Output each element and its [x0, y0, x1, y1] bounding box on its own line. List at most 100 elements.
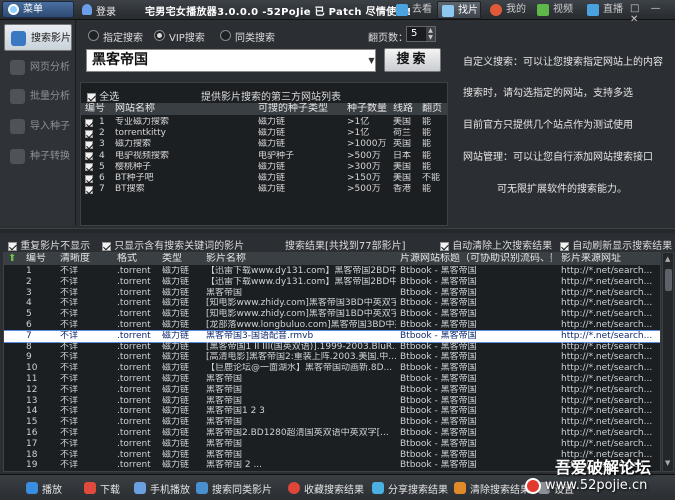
site-list-row[interactable]: 6 BT种子吧 磁力链 >150万 美国 不能: [81, 173, 448, 184]
table-row[interactable]: 10 不详 .torrent 磁力链 【巨鹿论坛@一面湖水】黑客帝国动画新.8D... B…: [4, 363, 660, 374]
sidebar-item-web-analysis[interactable]: 网页分析: [4, 54, 72, 81]
search-similar-button[interactable]: 搜索同类影片: [196, 481, 272, 496]
table-row[interactable]: 14 不详 .torrent 磁力链 黑客帝国1 2 3 Btbook - 黑客帝国 htt…: [4, 406, 660, 417]
tab-video[interactable]: 视频: [533, 1, 575, 19]
tab-watch[interactable]: 去看: [392, 1, 434, 19]
table-cell: 不详: [60, 438, 79, 449]
table-cell: 磁力链: [162, 395, 190, 406]
video-icon: [537, 4, 549, 16]
site-cell: 荷兰: [393, 128, 412, 139]
stepper-arrows[interactable]: ▲ ▼: [426, 27, 435, 41]
table-cell: Btbook - 黑客帝国: [400, 406, 477, 417]
table-row[interactable]: 9 不详 .torrent 磁力链 [高清电影]黑客帝国2:重装上阵.2003.美国.中…: [4, 352, 660, 363]
scroll-up-icon[interactable]: ▲: [665, 255, 670, 263]
mode-specified-radio[interactable]: 指定搜索: [88, 29, 143, 44]
login-link[interactable]: 登录: [96, 3, 116, 18]
site-list-row[interactable]: 7 BT搜索 磁力链 >500万 香港能: [81, 184, 448, 195]
table-row[interactable]: 12 不详 .torrent 磁力链 黑客帝国 Btbook - 黑客帝国 http://*…: [4, 384, 660, 396]
table-cell: [黑客帝国1 II III(国英双语)].1999-2003.BluR...: [206, 341, 396, 352]
chevron-down-icon[interactable]: ▼: [367, 51, 376, 70]
no-duplicates-checkbox[interactable]: 重复影片不显示: [8, 237, 90, 252]
search-button[interactable]: 搜索: [384, 48, 441, 72]
table-cell: .torrent: [117, 352, 151, 363]
site-cell: torrentkitty: [115, 128, 166, 139]
user-icon: [82, 4, 92, 15]
options-bar: 重复影片不显示 只显示含有搜索关键词的影片 搜索结果[共找到77部影片] 自动清…: [0, 234, 675, 252]
site-cell: 香港: [393, 184, 412, 195]
table-cell: .torrent: [117, 460, 151, 471]
table-row[interactable]: 11 不详 .torrent 磁力链 黑客帝国 Btbook - 黑客帝国 http://*…: [4, 374, 660, 385]
site-list-header: 编号 网站名称 可搜的种子类型 种子数量 线路 翻页: [81, 103, 448, 115]
table-cell: 14: [26, 406, 38, 417]
site-list-row[interactable]: 5 樱桃种子 磁力链 >300万 美国能: [81, 162, 448, 173]
info-line: 搜索时，请勾选指定的网站，支持多选: [463, 88, 633, 99]
find-icon: [442, 5, 454, 17]
pages-stepper[interactable]: 5 ▲ ▼: [406, 26, 436, 42]
mode-vip-radio[interactable]: VIP搜索: [154, 29, 205, 44]
site-list-row[interactable]: 1 专业磁力搜索 磁力链 >1亿 美国能: [81, 117, 448, 128]
table-cell: .torrent: [117, 406, 151, 417]
tab-find[interactable]: 找片: [437, 1, 481, 19]
result-summary: 搜索结果[共找到77部影片]: [285, 241, 406, 252]
table-cell: .torrent: [117, 428, 151, 438]
table-row[interactable]: 6 不详 .torrent 磁力链 [龙部落www.longbuluo.com]黑客帝国…: [4, 320, 660, 331]
table-row[interactable]: 8 不详 .torrent 磁力链 [黑客帝国1 II III(国英双语)].1999-…: [4, 341, 660, 353]
download-button[interactable]: 下载: [84, 481, 120, 496]
table-row[interactable]: 4 不详 .torrent 磁力链 [知电影www.zhidy.com]黑客帝国3BD中…: [4, 298, 660, 309]
tab-mine[interactable]: 我的: [486, 1, 528, 19]
table-row[interactable]: 3 不详 .torrent 磁力链 黑客帝国 Btbook - 黑客帝国 http://*.…: [4, 287, 660, 299]
table-cell: 不详: [60, 417, 79, 428]
site-checkbox[interactable]: [85, 185, 93, 196]
table-cell: .torrent: [117, 363, 151, 374]
table-row[interactable]: 16 不详 .torrent 磁力链 黑客帝国2.BD1280超清国英双语中英双字[..…: [4, 428, 660, 439]
sidebar-item-import-seed[interactable]: 导入种子: [4, 113, 72, 140]
menu-button[interactable]: 菜单: [2, 1, 74, 18]
auto-clear-checkbox[interactable]: 自动清除上次搜索结果: [440, 237, 552, 252]
table-cell: Btbook - 黑客帝国: [400, 266, 477, 276]
results-header: ⬆ 编号 清晰度 格式 类型 影片名称 片源网站标题（可协助识别流码、数. 影片…: [4, 253, 660, 265]
splitter[interactable]: [0, 228, 675, 233]
table-row[interactable]: 5 不详 .torrent 磁力链 [知电影www.zhidy.com]黑客帝国1BD中…: [4, 309, 660, 320]
mode-similar-radio[interactable]: 同类搜索: [220, 29, 275, 44]
site-cell: 日本: [393, 150, 412, 161]
play-button[interactable]: 播放: [26, 481, 62, 496]
site-cell: 美国: [393, 117, 412, 127]
table-row[interactable]: 7 不详 .torrent 磁力链 黑客帝国3-国语配音.rmvb Btbook - 黑客…: [4, 329, 660, 343]
table-cell: Btbook - 黑客帝国: [400, 438, 477, 449]
table-cell: 不详: [60, 320, 79, 330]
table-cell: 磁力链: [162, 460, 190, 471]
table-cell: 不详: [60, 363, 79, 374]
table-cell: 磁力链: [162, 287, 190, 298]
results-scrollbar[interactable]: ▲ ▼: [662, 252, 674, 472]
info-panel: 自定义搜索：可以让您搜索指定网站上的内容 搜索时，请勾选指定的网站，支持多选 目…: [455, 20, 670, 226]
table-cell: 11: [26, 374, 38, 384]
auto-refresh-checkbox[interactable]: 自动刷新显示搜索结果: [560, 237, 672, 252]
mobile-play-button[interactable]: 手机播放: [134, 481, 190, 496]
table-cell: 黑客帝国: [206, 395, 243, 406]
site-list-row[interactable]: 4 电驴视频搜索 电驴种子 >500万 日本能: [81, 151, 448, 162]
phone-icon: [134, 482, 146, 494]
table-row[interactable]: 2 不详 .torrent 磁力链 【迅雷下载www.dy131.com】黑客帝国2BD…: [4, 277, 660, 288]
select-all-checkbox[interactable]: 全选: [87, 88, 119, 103]
tab-live[interactable]: 直播: [583, 1, 627, 19]
table-row[interactable]: 15 不详 .torrent 磁力链 黑客帝国 Btbook - 黑客帝国 http://*…: [4, 417, 660, 428]
site-cell: 美国: [393, 173, 412, 183]
table-cell: 12: [26, 384, 38, 395]
sidebar-item-search[interactable]: 搜索影片: [4, 24, 72, 51]
share-results-button[interactable]: 分享搜索结果: [372, 481, 448, 496]
site-list-row[interactable]: 3 磁力搜索 磁力链 >1000万 英国能: [81, 139, 448, 150]
favorite-results-button[interactable]: 收藏搜索结果: [288, 481, 364, 496]
table-row[interactable]: 13 不详 .torrent 磁力链 黑客帝国 Btbook - 黑客帝国 http://*…: [4, 395, 660, 407]
site-list-row[interactable]: 2 torrentkitty 磁力链 >1亿 荷兰能: [81, 128, 448, 139]
table-row[interactable]: 17 不详 .torrent 磁力链 黑客帝国 Btbook - 黑客帝国 http://*…: [4, 438, 660, 450]
table-cell: 黑客帝国2.BD1280超清国英双语中英双字[...: [206, 428, 389, 438]
sidebar-item-batch-analysis[interactable]: 批量分析: [4, 83, 72, 110]
keyword-input[interactable]: 黑客帝国: [86, 49, 376, 72]
only-keyword-checkbox[interactable]: 只显示含有搜索关键词的影片: [102, 237, 244, 252]
table-cell: 磁力链: [162, 449, 190, 460]
table-cell: .torrent: [117, 395, 151, 406]
clear-results-button[interactable]: 清除搜索结果: [454, 481, 530, 496]
table-row[interactable]: 1 不详 .torrent 磁力链 【迅雷下载www.dy131.com】黑客帝国2BD…: [4, 266, 660, 277]
scroll-thumb[interactable]: [665, 269, 672, 291]
sidebar-item-seed-convert[interactable]: 种子转换: [4, 143, 72, 170]
